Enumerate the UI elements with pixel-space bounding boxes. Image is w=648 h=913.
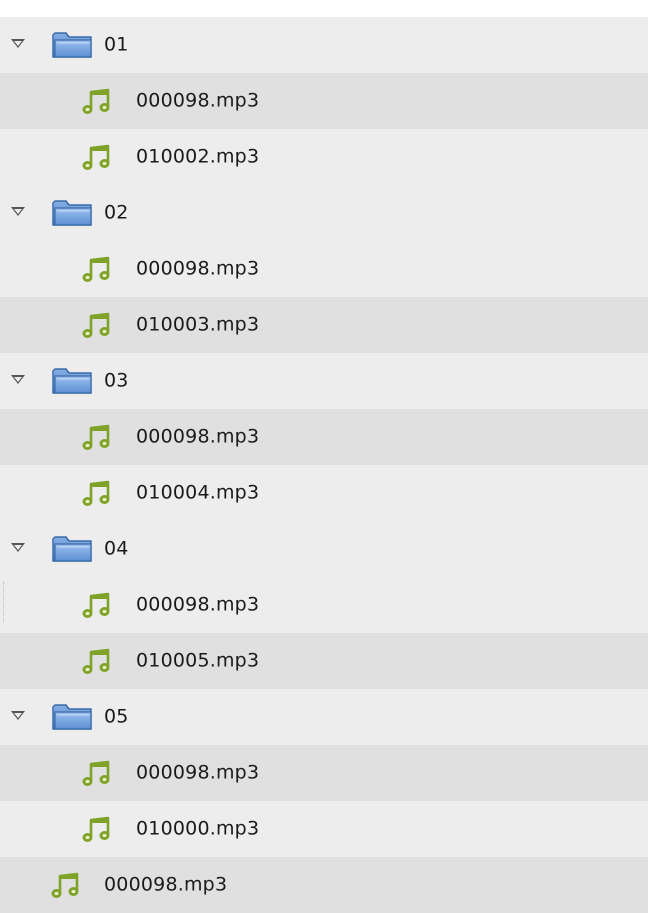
folder-icon — [51, 31, 93, 59]
file-tree: 01 000098.mp3 010002.mp3 02 000098.mp3 0… — [0, 0, 648, 913]
tree-folder-row[interactable]: 05 — [0, 689, 648, 745]
tree-file-row[interactable]: 010002.mp3 — [0, 129, 648, 185]
folder-icon — [51, 535, 93, 563]
folder-name: 04 — [104, 537, 129, 560]
tree-file-row[interactable]: 010003.mp3 — [0, 297, 648, 353]
audio-file-icon — [81, 816, 111, 844]
file-name: 000098.mp3 — [136, 593, 260, 616]
folder-icon — [51, 199, 93, 227]
file-name: 010004.mp3 — [136, 481, 260, 504]
expander-triangle-icon[interactable] — [11, 543, 25, 552]
tree-file-row[interactable]: 010005.mp3 — [0, 633, 648, 689]
tree-file-row[interactable]: 000098.mp3 — [0, 857, 648, 913]
folder-icon — [51, 703, 93, 731]
file-name: 000098.mp3 — [136, 761, 260, 784]
file-name: 000098.mp3 — [136, 425, 260, 448]
tree-folder-row[interactable]: 03 — [0, 353, 648, 409]
audio-file-icon — [81, 312, 111, 340]
tree-file-row[interactable]: 000098.mp3 — [0, 745, 648, 801]
audio-file-icon — [81, 256, 111, 284]
tree-file-row[interactable]: 000098.mp3 — [0, 73, 648, 129]
tree-folder-row[interactable]: 02 — [0, 185, 648, 241]
audio-file-icon — [81, 88, 111, 116]
tree-file-row[interactable]: 000098.mp3 — [0, 241, 648, 297]
tree-file-row[interactable]: 010000.mp3 — [0, 801, 648, 857]
file-name: 000098.mp3 — [136, 89, 260, 112]
folder-name: 03 — [104, 369, 129, 392]
expander-triangle-icon[interactable] — [11, 39, 25, 48]
file-name: 000098.mp3 — [136, 257, 260, 280]
file-name: 010002.mp3 — [136, 145, 260, 168]
audio-file-icon — [81, 760, 111, 788]
drop-indicator — [3, 582, 4, 622]
file-name: 000098.mp3 — [104, 873, 228, 896]
tree-file-row[interactable]: 000098.mp3 — [0, 577, 648, 633]
file-name: 010005.mp3 — [136, 649, 260, 672]
tree-file-row[interactable]: 000098.mp3 — [0, 409, 648, 465]
expander-triangle-icon[interactable] — [11, 711, 25, 720]
audio-file-icon — [81, 592, 111, 620]
audio-file-icon — [81, 144, 111, 172]
file-name: 010003.mp3 — [136, 313, 260, 336]
folder-name: 02 — [104, 201, 129, 224]
audio-file-icon — [81, 480, 111, 508]
folder-name: 01 — [104, 33, 129, 56]
expander-triangle-icon[interactable] — [11, 375, 25, 384]
folder-name: 05 — [104, 705, 129, 728]
tree-folder-row[interactable]: 04 — [0, 521, 648, 577]
audio-file-icon — [81, 648, 111, 676]
audio-file-icon — [50, 872, 80, 900]
audio-file-icon — [81, 424, 111, 452]
tree-folder-row[interactable]: 01 — [0, 17, 648, 73]
folder-icon — [51, 367, 93, 395]
file-name: 010000.mp3 — [136, 817, 260, 840]
tree-file-row[interactable]: 010004.mp3 — [0, 465, 648, 521]
expander-triangle-icon[interactable] — [11, 207, 25, 216]
